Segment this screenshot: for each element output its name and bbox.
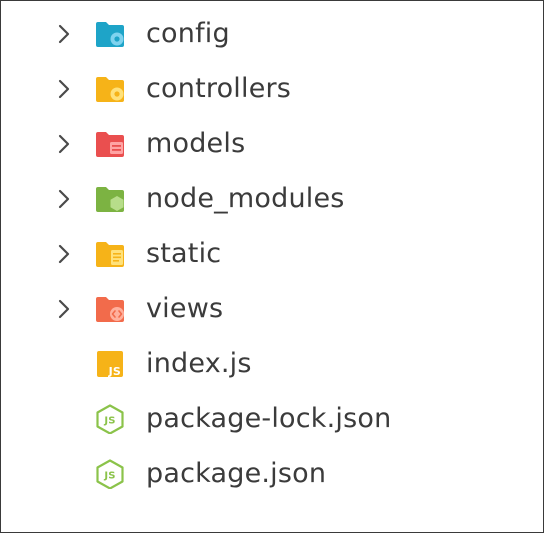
tree-item-views[interactable]: views [1,282,543,337]
chevron-right-icon[interactable] [53,78,75,100]
tree-item-controllers[interactable]: controllers [1,62,543,117]
controllers-folder-icon [96,77,124,102]
svg-text:JS: JS [103,471,115,482]
chevron-right-icon[interactable] [53,243,75,265]
models-folder-icon [96,132,124,157]
tree-item-models[interactable]: models [1,117,543,172]
javascript-file-icon: JS [97,351,123,378]
tree-item-node-modules[interactable]: node_modules [1,172,543,227]
tree-item-label: node_modules [146,183,345,214]
file-explorer-panel: config controllers models node_modules s… [0,0,544,533]
chevron-right-icon[interactable] [53,298,75,320]
config-folder-icon [96,22,124,47]
chevron-right-icon[interactable] [53,133,75,155]
tree-item-label: index.js [146,348,252,379]
tree-item-label: models [146,128,246,159]
static-folder-icon [96,242,124,267]
tree-item-config[interactable]: config [1,7,543,62]
tree-item-label: package-lock.json [146,403,392,434]
tree-item-static[interactable]: static [1,227,543,282]
tree-item-index-js[interactable]: JS index.js [1,337,543,392]
tree-item-package-json[interactable]: JS package.json [1,447,543,502]
tree-item-label: static [146,238,222,269]
tree-item-label: controllers [146,73,292,104]
node-modules-folder-icon [96,187,124,212]
svg-text:JS: JS [108,365,121,378]
tree-item-label: config [146,18,230,49]
views-folder-icon [96,297,124,322]
tree-item-label: package.json [146,458,327,489]
tree-item-package-lock-json[interactable]: JS package-lock.json [1,392,543,447]
chevron-right-icon[interactable] [53,23,75,45]
file-tree: config controllers models node_modules s… [1,7,543,502]
chevron-right-icon[interactable] [53,188,75,210]
nodejs-file-icon: JS [96,404,124,434]
svg-text:JS: JS [103,416,115,427]
tree-item-label: views [146,293,224,324]
nodejs-file-icon: JS [96,459,124,489]
